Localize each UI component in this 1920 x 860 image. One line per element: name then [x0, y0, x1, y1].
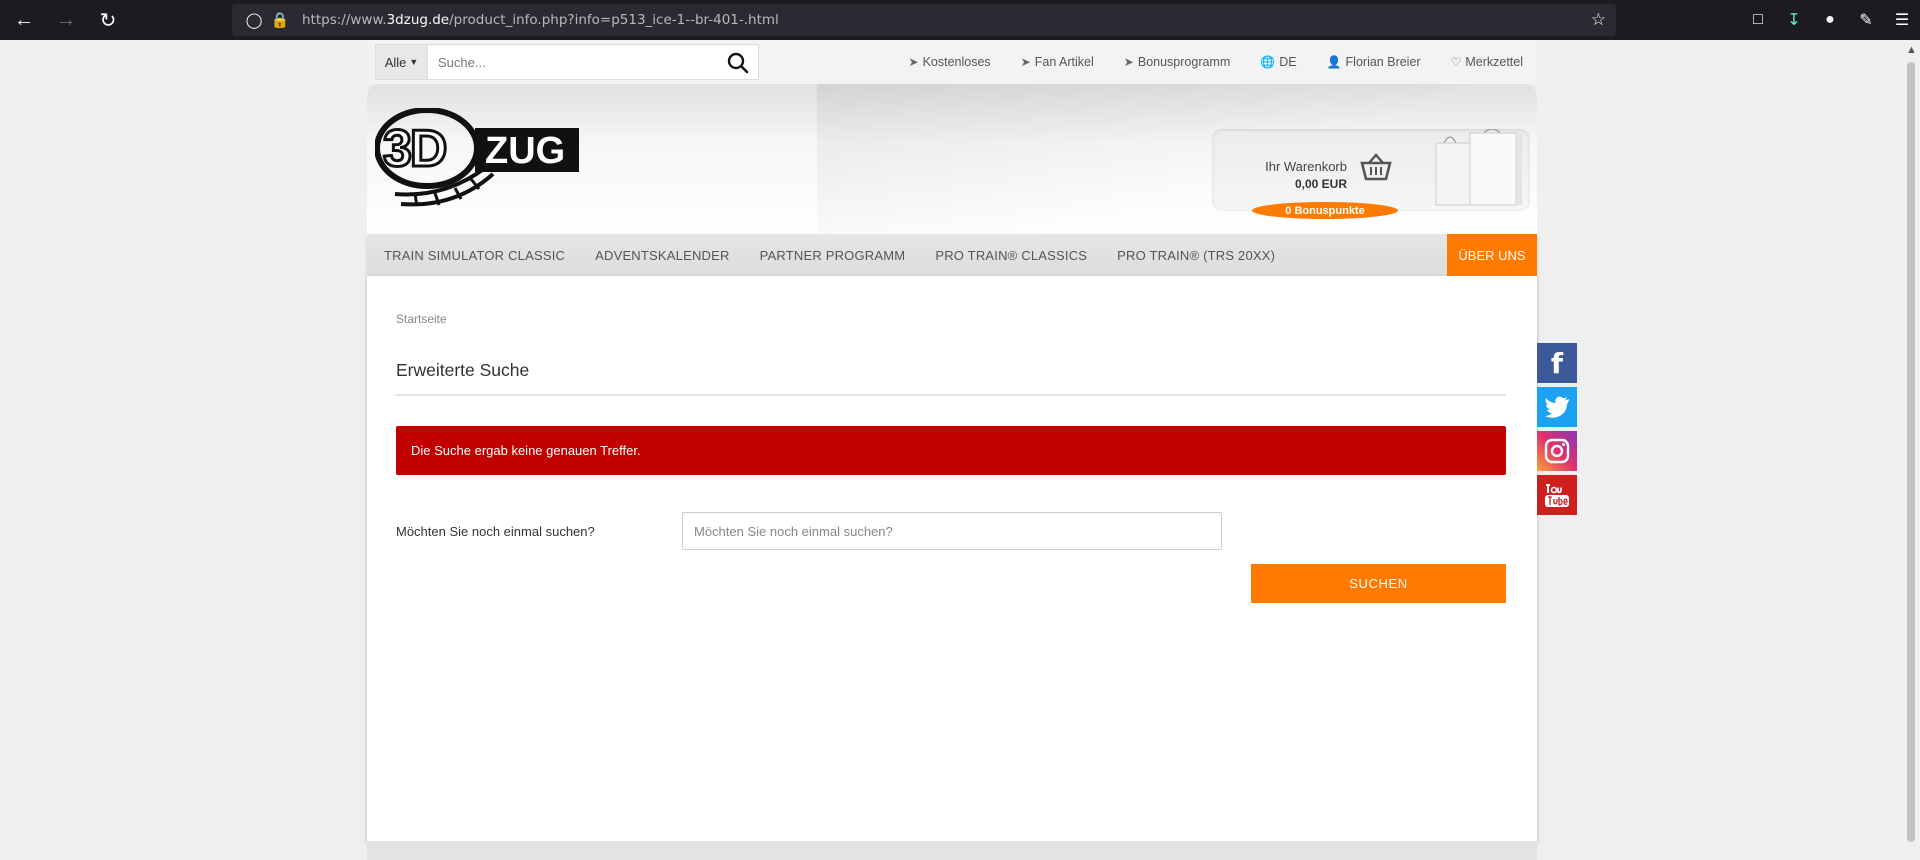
page-title: Erweiterte Suche: [396, 360, 530, 380]
account-icon[interactable]: ●: [1812, 2, 1848, 38]
bonus-points-badge[interactable]: 0 Bonuspunkte: [1252, 202, 1398, 219]
site-header: 3D ZUG Ihr Warenkorb 0,00 EUR 0 Bonuspun…: [367, 84, 1537, 234]
caret-down-icon: ▼: [409, 57, 419, 67]
basket-icon: [1360, 153, 1392, 186]
toplink-bonusprogramm[interactable]: ➤ Bonusprogramm: [1124, 55, 1230, 69]
browser-toolbar: ← → ↻ ◯ 🔒 https://www.3dzug.de/product_i…: [0, 0, 1920, 40]
search-again-label: Möchten Sie noch einmal suchen?: [396, 524, 595, 539]
menu-icon[interactable]: ☰: [1884, 2, 1920, 38]
toplink-wishlist[interactable]: ♡ Merkzettel: [1451, 55, 1523, 69]
scroll-up-icon[interactable]: ▲: [1906, 44, 1917, 56]
social-sidebar: f: [1537, 343, 1577, 519]
search-category-select[interactable]: Alle ▼: [376, 45, 428, 79]
site-logo[interactable]: 3D ZUG: [374, 107, 580, 217]
title-divider: [396, 394, 1506, 396]
url-text[interactable]: https://www.3dzug.de/product_info.php?in…: [302, 12, 779, 28]
arrow-circle-icon: ➤: [1123, 55, 1134, 69]
main-content: Startseite Erweiterte Suche Die Suche er…: [367, 276, 1537, 841]
scrollbar-thumb[interactable]: [1907, 62, 1915, 842]
search-input[interactable]: [438, 46, 728, 78]
breadcrumb[interactable]: Startseite: [396, 312, 447, 326]
top-links: ➤ Kostenloses ➤ Fan Artikel ➤ Bonusprogramm…: [879, 40, 1524, 84]
toplink-language[interactable]: 🌐 DE: [1260, 55, 1296, 69]
nav-partner-programm[interactable]: PARTNER PROGRAMM: [760, 248, 906, 263]
main-nav: TRAIN SIMULATOR CLASSIC ADVENTSKALENDER …: [367, 234, 1537, 276]
cart-sum: 0,00 EUR: [1294, 177, 1347, 191]
nav-train-simulator-classic[interactable]: TRAIN SIMULATOR CLASSIC: [384, 248, 565, 263]
nav-ueber-uns[interactable]: ÜBER UNS: [1447, 234, 1537, 276]
toplink-kostenloses[interactable]: ➤ Kostenloses: [909, 55, 991, 69]
heart-icon: ♡: [1450, 55, 1462, 69]
search-submit-button[interactable]: SUCHEN: [1251, 564, 1506, 603]
facebook-icon[interactable]: f: [1537, 343, 1577, 383]
user-icon: 👤: [1326, 55, 1342, 69]
shield-icon[interactable]: ◯: [242, 11, 266, 29]
toplink-fan-artikel[interactable]: ➤ Fan Artikel: [1021, 55, 1094, 69]
globe-icon: 🌐: [1260, 55, 1276, 69]
search-icon[interactable]: [724, 49, 752, 77]
forward-icon[interactable]: →: [48, 2, 84, 38]
reload-icon[interactable]: ↻: [90, 2, 126, 38]
url-bar[interactable]: ◯ 🔒 https://www.3dzug.de/product_info.ph…: [232, 4, 1616, 36]
arrow-circle-icon: ➤: [908, 55, 919, 69]
lock-icon[interactable]: 🔒: [268, 11, 292, 29]
top-bar: Alle ▼ ➤Kostenloses ➤Fan Artikel ➤Bonusp…: [367, 40, 1537, 84]
no-results-alert: Die Suche ergab keine genauen Treffer.: [396, 426, 1506, 475]
arrow-circle-icon: ➤: [1020, 55, 1031, 69]
twitter-icon[interactable]: [1537, 387, 1577, 427]
extensions-icon[interactable]: ✎: [1848, 2, 1884, 38]
nav-adventskalender[interactable]: ADVENTSKALENDER: [595, 248, 729, 263]
download-icon[interactable]: ↧: [1776, 2, 1812, 38]
youtube-icon[interactable]: [1537, 475, 1577, 515]
footer-strip: [367, 841, 1537, 860]
pocket-icon[interactable]: □: [1740, 2, 1776, 38]
search-again-input[interactable]: [682, 512, 1222, 550]
instagram-icon[interactable]: [1537, 431, 1577, 471]
nav-pro-train-classics[interactable]: PRO TRAIN® CLASSICS: [935, 248, 1087, 263]
cart-box[interactable]: Ihr Warenkorb 0,00 EUR: [1212, 128, 1530, 214]
page-scrollbar[interactable]: ▲: [1902, 40, 1920, 860]
header-search: Alle ▼: [375, 44, 759, 80]
toplink-account[interactable]: 👤 Florian Breier: [1327, 55, 1421, 69]
svg-text:3D: 3D: [383, 120, 446, 178]
shopping-bags-icon: [1430, 128, 1530, 214]
nav-pro-train-trs[interactable]: PRO TRAIN® (TRS 20XX): [1117, 248, 1275, 263]
back-icon[interactable]: ←: [6, 2, 42, 38]
svg-text:ZUG: ZUG: [485, 130, 565, 172]
bookmark-star-icon[interactable]: ☆: [1591, 10, 1606, 30]
cart-title: Ihr Warenkorb: [1265, 159, 1347, 174]
